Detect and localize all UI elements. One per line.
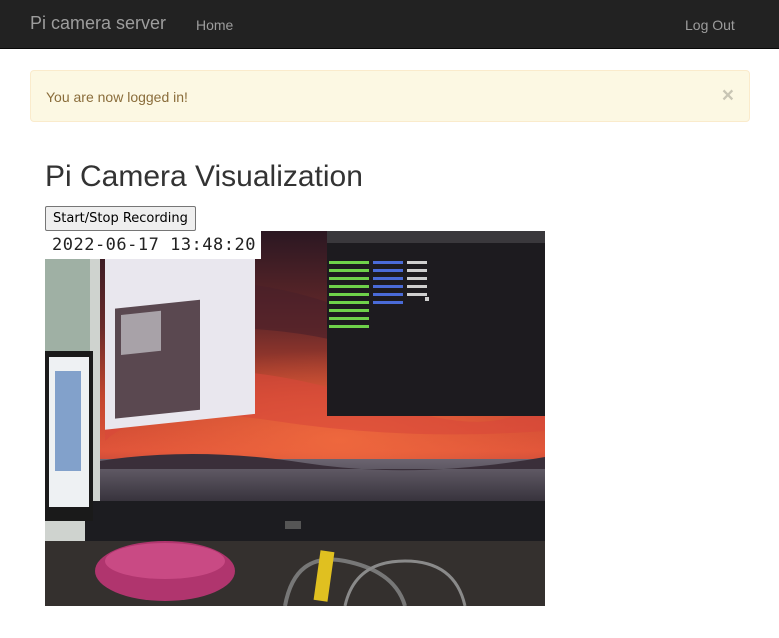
camera-timestamp: 2022-06-17 13:48:20 (45, 231, 261, 259)
brand-link[interactable]: Pi camera server (30, 13, 166, 33)
camera-image (45, 231, 545, 606)
page-title: Pi Camera Visualization (45, 160, 363, 193)
nav-home-link[interactable]: Home (196, 15, 233, 35)
camera-feed: 2022-06-17 13:48:20 (45, 231, 545, 606)
navbar: Pi camera server Home Log Out (0, 0, 779, 49)
login-alert: You are now logged in! × (30, 70, 750, 122)
start-stop-recording-button[interactable]: Start/Stop Recording (45, 206, 196, 231)
nav-logout-link[interactable]: Log Out (685, 15, 735, 35)
alert-message: You are now logged in! (46, 89, 188, 105)
close-icon[interactable]: × (722, 84, 734, 108)
